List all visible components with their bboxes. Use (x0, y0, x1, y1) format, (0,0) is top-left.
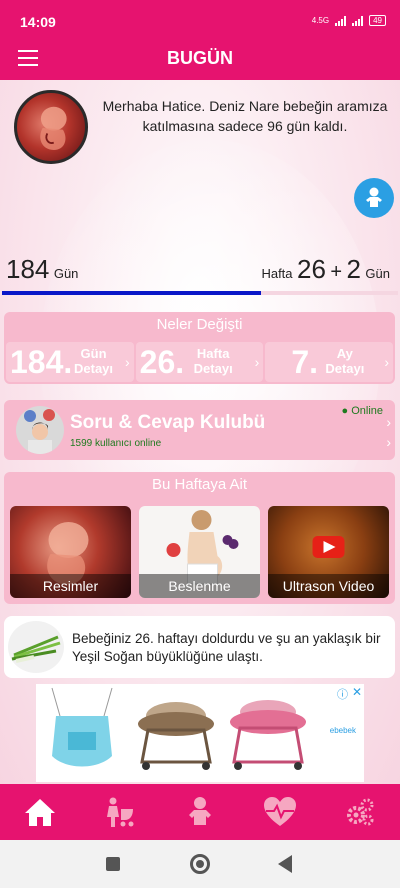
chevron-right-icon: › (386, 414, 391, 430)
pictures-label: Resimler (10, 574, 131, 598)
month-detail-button[interactable]: 7. Ay Detayı › (265, 342, 394, 382)
settings-icon (347, 798, 374, 826)
home-nav-button[interactable] (190, 854, 210, 874)
day-detail-button[interactable]: 184. Gün Detayı › (6, 342, 134, 382)
weeks-count: Hafta 26 + 2 Gün (261, 254, 390, 284)
chevron-right-icon: › (125, 354, 130, 370)
qa-title: Soru & Cevap Kulubü (70, 412, 266, 433)
signal2-icon (352, 15, 364, 26)
status-time: 14:09 (20, 14, 56, 30)
chevron-right-icon: › (384, 354, 390, 370)
pregnancy-counter: 184 Gün Hafta 26 + 2 Gün (0, 250, 400, 284)
heart-pulse-icon (264, 797, 296, 826)
system-nav-bar (0, 840, 400, 888)
nutrition-label: Beslenme (139, 574, 260, 598)
green-onion-icon (8, 621, 64, 673)
system-icons: 4.5G 49 (312, 15, 386, 26)
chevron-right-icon: › (254, 354, 260, 370)
qa-club-card[interactable]: Soru & Cevap Kulubü 1599 kullanıcı onlin… (4, 400, 395, 460)
pictures-tile[interactable]: Resimler (10, 506, 131, 598)
baby-size-text: Bebeğiniz 26. haftayı doldurdu ve şu an … (72, 631, 381, 664)
tab-health[interactable] (240, 784, 320, 840)
baby-profile-button[interactable] (354, 178, 394, 218)
bottom-tab-bar (0, 784, 400, 840)
page-title: BUGÜN (167, 48, 233, 68)
signal-icon (335, 15, 347, 26)
qa-online-count: 1599 kullanıcı online (70, 438, 162, 449)
fetus-icon (40, 106, 67, 150)
tab-baby[interactable] (160, 784, 240, 840)
ultrasound-video-tile[interactable]: Ultrason Video (268, 506, 389, 598)
tab-home[interactable] (0, 784, 80, 840)
ultrasound-video-label: Ultrason Video (268, 574, 389, 598)
baby-size-card[interactable]: Bebeğiniz 26. haftayı doldurdu ve şu an … (4, 616, 395, 678)
advertisement-banner[interactable]: ⓘ ✕ ebebek (36, 684, 364, 782)
fetus-avatar[interactable] (14, 90, 88, 164)
main-content[interactable]: Merhaba Hatice. Deniz Nare bebeğin aramı… (0, 80, 400, 784)
baby-icon (366, 187, 382, 207)
recent-apps-button[interactable] (106, 857, 120, 871)
this-week-title: Bu Haftaya Ait (151, 476, 248, 493)
mother-stroller-icon (107, 797, 134, 827)
ad-product-walker-brown[interactable] (132, 686, 220, 778)
battery-icon: 49 (369, 15, 386, 26)
nutrition-tile[interactable]: Beslenme (139, 506, 260, 598)
ad-close-icon[interactable]: ✕ (352, 685, 362, 699)
greeting-text: Merhaba Hatice. Deniz Nare bebeğin aramı… (102, 98, 388, 134)
pregnancy-progress-fill (2, 291, 262, 295)
days-count: 184 Gün (6, 254, 79, 284)
changes-card: Neler Değişti 184. Gün Detayı › 26. Hafta… (4, 312, 395, 384)
tab-mother[interactable] (80, 784, 160, 840)
tab-settings[interactable] (320, 784, 400, 840)
status-bar: 14:09 4.5G 49 (0, 0, 400, 36)
back-button[interactable] (278, 855, 292, 873)
home-dot-icon (196, 860, 204, 868)
changes-title: Neler Değişti (156, 316, 243, 333)
ad-product-walker-pink[interactable] (224, 686, 312, 778)
qa-avatar (16, 406, 64, 454)
online-badge: ● Online (341, 405, 384, 417)
chevron-right-icon: › (386, 434, 391, 450)
baby-icon (189, 797, 211, 825)
ad-info-icon[interactable]: ⓘ (337, 686, 348, 702)
this-week-card: Bu Haftaya Ait Resimler Beslenme Ultraso… (4, 472, 395, 604)
pregnancy-progress-bar (2, 291, 398, 295)
woman-thinking-icon (24, 409, 55, 454)
network-label: 4.5G (311, 16, 330, 25)
week-detail-button[interactable]: 26. Hafta Detayı › (135, 342, 264, 382)
ad-product-swing[interactable] (38, 686, 126, 778)
ad-brand: ebebek (329, 726, 356, 735)
home-icon (25, 799, 55, 826)
app-bar: BUGÜN (0, 36, 400, 80)
